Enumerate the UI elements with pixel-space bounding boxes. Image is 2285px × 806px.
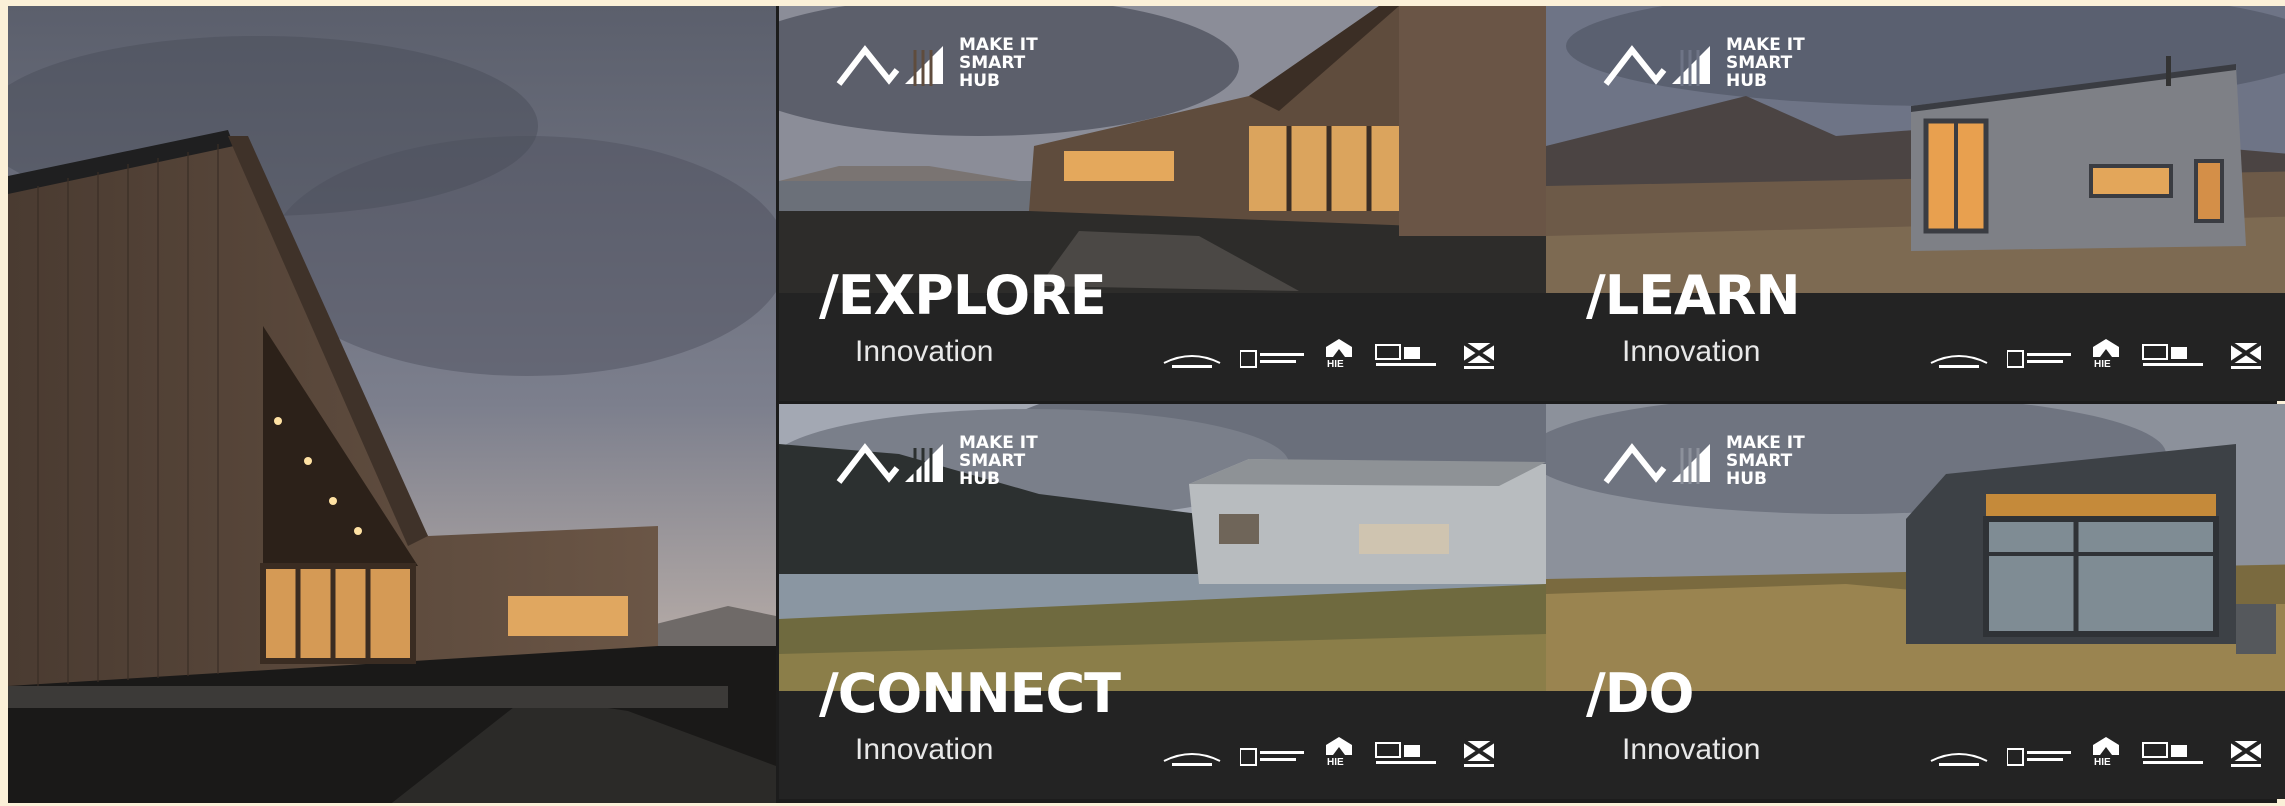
partner-logos: HIE [1929,729,2285,769]
partner-logo-1 [1929,349,1989,371]
partner-logo-1 [1929,747,1989,769]
hie-logo: HIE [1324,735,1354,769]
brand-logo: MAKE IT SMART HUB [1602,434,1832,494]
brand-name: MAKE IT SMART HUB [959,35,1038,91]
partner-logo-1 [1162,747,1222,769]
tile-explore: MAKE IT SMART HUB /EXPLORE Innovation HI… [779,6,1546,401]
brand-name: MAKE IT SMART HUB [1726,35,1805,91]
saltire-logo [1462,739,1496,769]
tile-heading: /EXPLORE [819,264,1107,327]
saltire-logo [2229,739,2263,769]
tile-learn: MAKE IT SMART HUB /LEARN Innovation HIE [1546,6,2285,401]
partner-logo-4 [2139,343,2209,371]
partner-logo-2 [2006,747,2073,769]
brand-logo: MAKE IT SMART HUB [1602,36,1832,96]
partner-logo-2 [2006,349,2073,371]
partner-logo-4 [1372,343,1442,371]
partner-logo-1 [1162,349,1222,371]
partner-logos: HIE [1929,331,2285,371]
tile-subheading: Innovation [1622,733,1761,766]
tile-heading: /CONNECT [819,662,1121,725]
partner-logo-2 [1239,349,1306,371]
tile-do: MAKE IT SMART HUB /DO Innovation HIE [1546,404,2285,799]
mountain-bars-logo-icon [1603,45,1710,86]
mountain-bars-logo-icon [836,45,943,86]
tile-subheading: Innovation [855,335,994,368]
tile-connect: MAKE IT SMART HUB /CONNECT Innovation HI… [779,404,1546,799]
partner-logo-2 [1239,747,1306,769]
tile-heading: /LEARN [1586,264,1801,327]
brand-logo: MAKE IT SMART HUB [835,36,1065,96]
hie-logo: HIE [1324,337,1354,371]
tile-subheading: Innovation [855,733,994,766]
partner-logo-4 [1372,741,1442,769]
hie-logo: HIE [2091,735,2121,769]
partner-logo-4 [2139,741,2209,769]
saltire-logo [1462,341,1496,371]
hie-logo: HIE [2091,337,2121,371]
partner-logos: HIE [1162,729,1522,769]
brand-name: MAKE IT SMART HUB [1726,433,1805,489]
partner-logos: HIE [1162,331,1522,371]
tile-subheading: Innovation [1622,335,1761,368]
brand-logo: MAKE IT SMART HUB [835,434,1065,494]
brand-name: MAKE IT SMART HUB [959,433,1038,489]
mountain-bars-logo-icon [836,443,943,484]
saltire-logo [2229,341,2263,371]
mountain-bars-logo-icon [1603,443,1710,484]
tile-heading: /DO [1586,662,1694,725]
hero-photo [8,6,776,803]
